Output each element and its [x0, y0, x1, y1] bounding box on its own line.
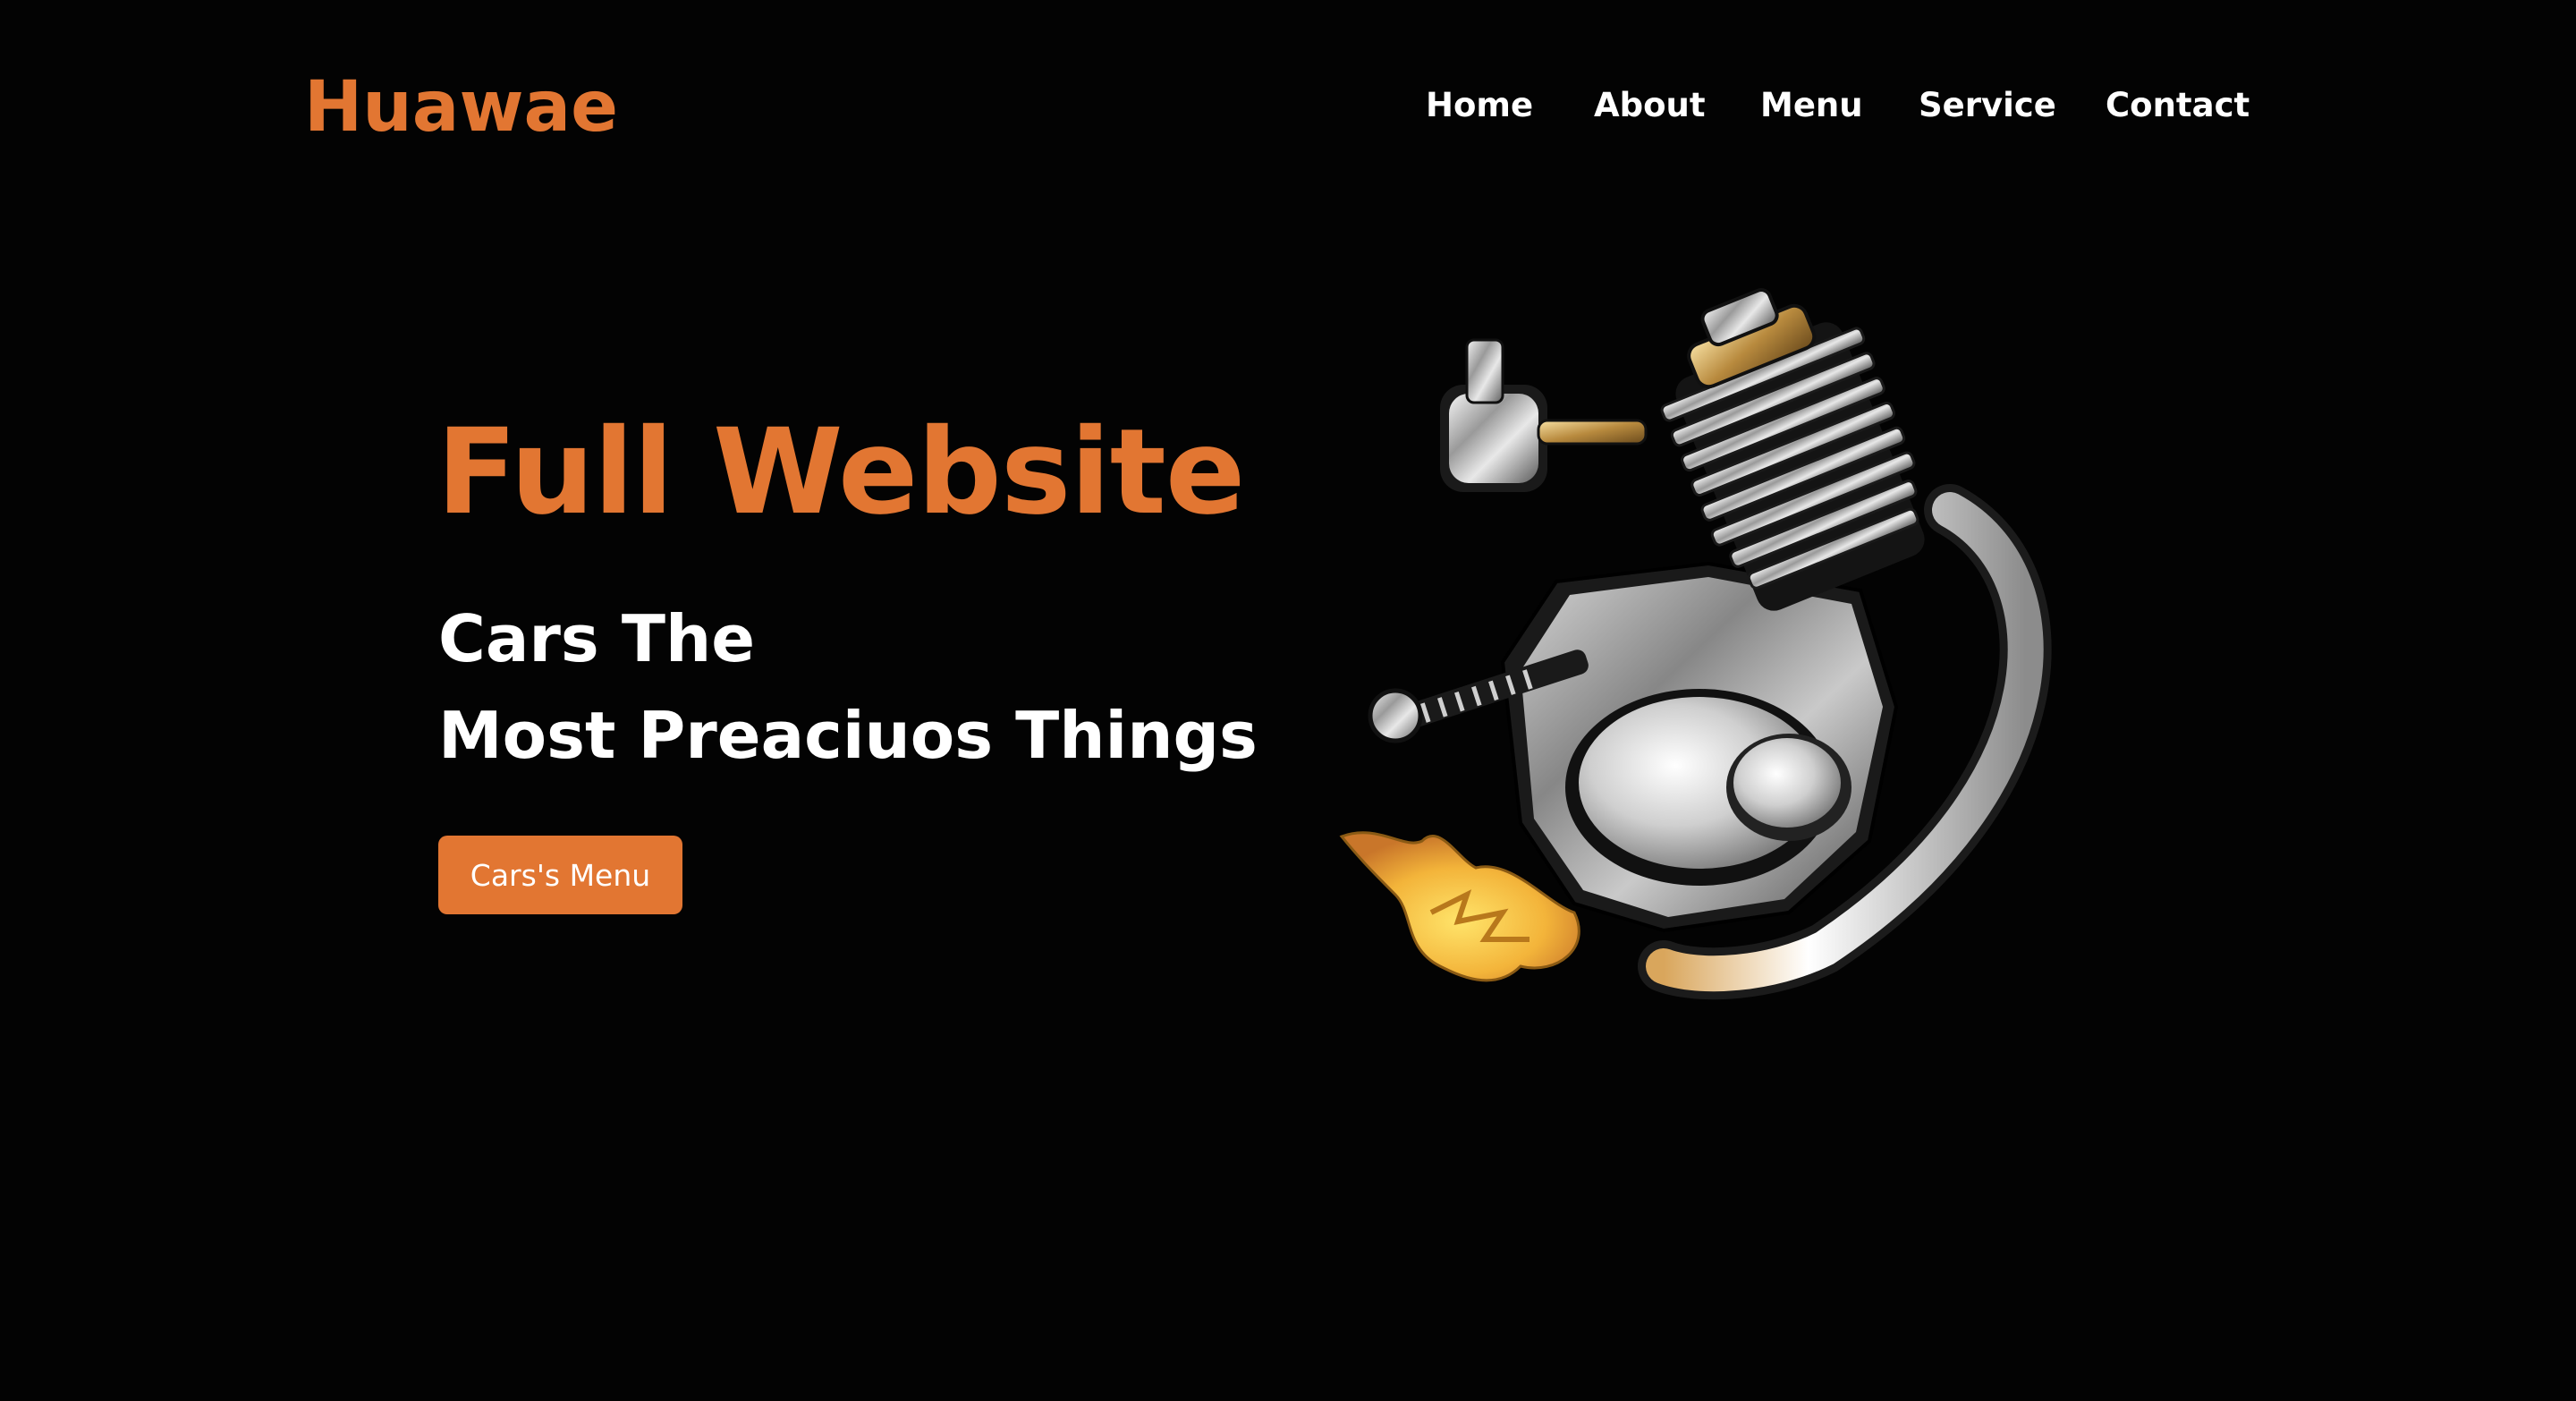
nav-link-home[interactable]: Home	[1426, 82, 1533, 129]
engine-illustration	[1324, 286, 2093, 1002]
nav-link-service[interactable]: Service	[1919, 82, 2056, 129]
site-logo[interactable]: Huawae	[304, 64, 618, 150]
cars-menu-button[interactable]: Cars's Menu	[438, 836, 682, 914]
hero-title: Full Website	[436, 403, 1245, 541]
nav-link-about[interactable]: About	[1594, 82, 1706, 129]
hero-subtitle-line-1: Cars The	[438, 601, 756, 676]
hero-subtitle: Cars The Most Preaciuos Things	[438, 590, 1258, 784]
motorcycle-engine-icon	[1339, 288, 2052, 1000]
nav-link-contact[interactable]: Contact	[2106, 82, 2250, 129]
nav-link-menu[interactable]: Menu	[1760, 82, 1863, 129]
page: Huawae Home About Menu Service Contact F…	[0, 0, 2576, 1401]
hero-subtitle-line-2: Most Preaciuos Things	[438, 698, 1258, 773]
